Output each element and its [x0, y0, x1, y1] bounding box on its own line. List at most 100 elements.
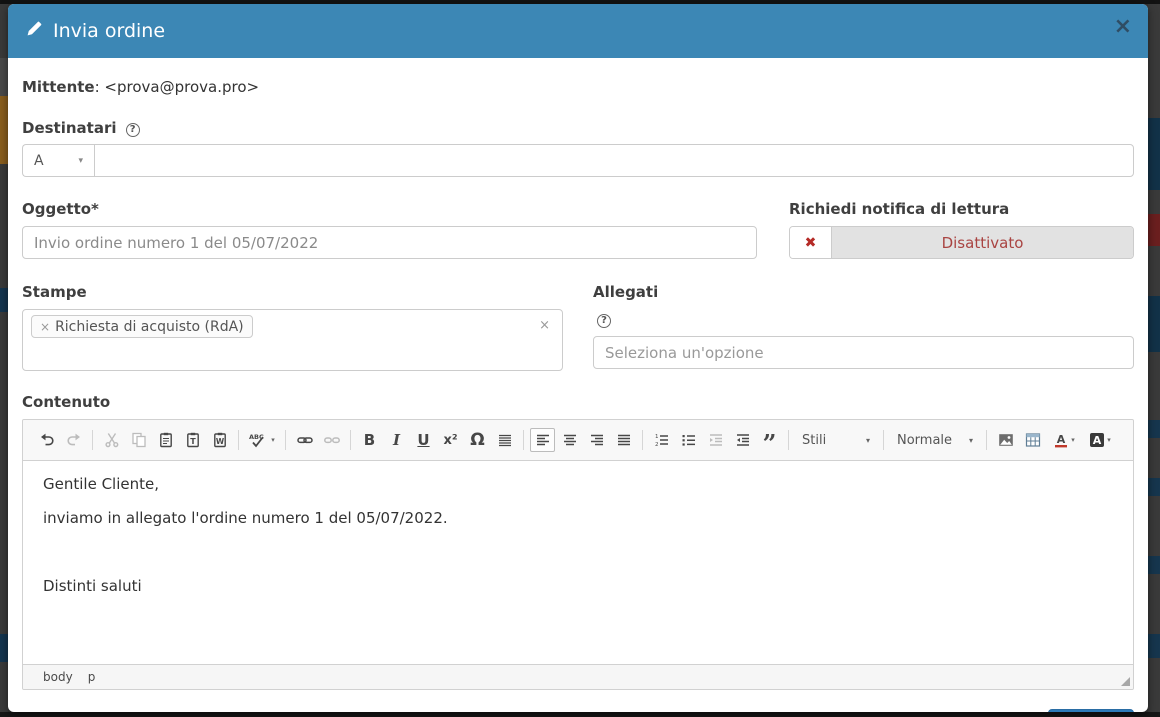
chevron-down-icon: ▾: [866, 436, 870, 445]
rich-text-editor: T W ABC ▾ B I U: [22, 419, 1134, 690]
editor-paragraph: Distinti saluti: [43, 577, 1113, 596]
dimmed-fragment: [1148, 214, 1160, 246]
copy-icon[interactable]: [126, 428, 151, 452]
dimmed-fragment: [0, 96, 8, 164]
paste-from-word-icon[interactable]: W: [207, 428, 232, 452]
link-icon[interactable]: [292, 428, 317, 452]
prints-multiselect[interactable]: × Richiesta di acquisto (RdA) ×: [22, 309, 563, 371]
ordered-list-icon[interactable]: 12: [649, 428, 674, 452]
dimmed-fragment: [1148, 556, 1160, 574]
chevron-down-icon: ▾: [1107, 436, 1111, 444]
help-icon[interactable]: ?: [597, 314, 611, 328]
element-path-p[interactable]: p: [88, 670, 96, 684]
align-center-icon[interactable]: [557, 428, 582, 452]
read-receipt-toggle[interactable]: ✖ Disattivato: [789, 226, 1134, 259]
bulleted-list-icon[interactable]: [676, 428, 701, 452]
insert-image-icon[interactable]: [993, 428, 1018, 452]
outdent-icon[interactable]: [703, 428, 728, 452]
dimmed-fragment: [1148, 118, 1160, 190]
attachments-label: Allegati: [593, 283, 1134, 301]
italic-icon[interactable]: I: [384, 428, 409, 452]
sender-value: : <prova@prova.pro>: [95, 78, 259, 96]
align-left-icon[interactable]: [530, 428, 555, 452]
prints-label: Stampe: [22, 283, 563, 301]
toolbar-separator: [523, 430, 524, 450]
modal-body: Mittente: <prova@prova.pro> Destinatari …: [8, 58, 1148, 690]
toolbar-separator: [642, 430, 643, 450]
text-color-icon[interactable]: A ▾: [1047, 428, 1081, 452]
spell-check-icon[interactable]: ABC ▾: [245, 428, 279, 452]
resize-handle-icon[interactable]: [1121, 677, 1130, 686]
underline-icon[interactable]: U: [411, 428, 436, 452]
prints-attachments-row: Stampe × Richiesta di acquisto (RdA) × A…: [22, 283, 1134, 371]
paste-icon[interactable]: [153, 428, 178, 452]
paste-plain-text-icon[interactable]: T: [180, 428, 205, 452]
superscript-icon[interactable]: x²: [438, 428, 463, 452]
cut-icon[interactable]: [99, 428, 124, 452]
align-justify-icon[interactable]: [611, 428, 636, 452]
help-icon[interactable]: ?: [126, 123, 140, 137]
toolbar-separator: [285, 430, 286, 450]
recipient-type-value: A: [34, 153, 44, 169]
insert-table-icon[interactable]: [1020, 428, 1045, 452]
chevron-down-icon: ▾: [1071, 436, 1075, 444]
modal-header: Invia ordine ×: [8, 4, 1148, 58]
dimmed-fragment: [1148, 296, 1160, 352]
svg-text:1: 1: [655, 434, 659, 440]
recipients-label: Destinatari: [22, 119, 117, 137]
align-right-icon[interactable]: [584, 428, 609, 452]
editor-paragraph: Gentile Cliente,: [43, 475, 1113, 494]
dimmed-right-edge: [1148, 4, 1160, 717]
horizontal-rule-icon[interactable]: [492, 428, 517, 452]
format-dropdown[interactable]: Normale ▾: [889, 428, 981, 452]
subject-input[interactable]: [22, 226, 757, 259]
element-path-body[interactable]: body: [43, 670, 73, 684]
chevron-down-icon: ▾: [78, 156, 83, 166]
svg-text:T: T: [190, 437, 196, 446]
bold-icon[interactable]: B: [357, 428, 382, 452]
unlink-icon[interactable]: [319, 428, 344, 452]
toolbar-separator: [92, 430, 93, 450]
toolbar-separator: [350, 430, 351, 450]
subject-notification-row: Oggetto* Richiedi notifica di lettura ✖ …: [22, 200, 1134, 259]
dimmed-fragment: [1148, 420, 1160, 438]
modal-footer: Invia: [8, 690, 1148, 712]
styles-dropdown-label: Stili: [802, 433, 826, 448]
svg-text:A: A: [1057, 433, 1066, 446]
undo-icon[interactable]: [34, 428, 59, 452]
recipient-type-select[interactable]: A ▾: [22, 144, 94, 177]
dimmed-fragment: [0, 288, 8, 312]
sender-line: Mittente: <prova@prova.pro>: [22, 78, 1134, 96]
recipients-input[interactable]: [94, 144, 1134, 177]
content-label: Contenuto: [22, 393, 1134, 411]
editor-content[interactable]: Gentile Cliente, inviamo in allegato l'o…: [23, 461, 1133, 664]
editor-paragraph: inviamo in allegato l'ordine numero 1 de…: [43, 509, 1113, 528]
chevron-down-icon: ▾: [271, 436, 275, 444]
dimmed-fragment: [0, 634, 8, 662]
tag-remove-icon[interactable]: ×: [40, 320, 50, 334]
special-character-icon[interactable]: Ω: [465, 428, 490, 452]
print-tag-label: Richiesta di acquisto (RdA): [55, 319, 244, 335]
clear-selection-icon[interactable]: ×: [539, 318, 550, 333]
toolbar-separator: [883, 430, 884, 450]
recipients-input-group: A ▾: [22, 144, 1134, 177]
attachments-select[interactable]: [593, 336, 1134, 369]
dimmed-fragment: [1148, 478, 1160, 496]
toggle-state-label: Disattivato: [832, 227, 1133, 258]
svg-text:2: 2: [655, 442, 659, 448]
toolbar-separator: [986, 430, 987, 450]
dimmed-fragment: [1148, 634, 1160, 658]
send-order-modal: Invia ordine × Mittente: <prova@prova.pr…: [8, 4, 1148, 712]
recipients-label-row: Destinatari ?: [22, 118, 1134, 137]
send-button[interactable]: Invia: [1048, 709, 1134, 712]
chevron-down-icon: ▾: [969, 436, 973, 445]
styles-dropdown[interactable]: Stili ▾: [794, 428, 878, 452]
close-icon[interactable]: ×: [1114, 16, 1132, 38]
background-color-icon[interactable]: A ▾: [1083, 428, 1117, 452]
redo-icon[interactable]: [61, 428, 86, 452]
sender-label: Mittente: [22, 78, 95, 96]
blockquote-icon[interactable]: ”: [757, 428, 782, 452]
svg-text:A: A: [1093, 434, 1102, 447]
modal-title-text: Invia ordine: [53, 20, 165, 42]
indent-icon[interactable]: [730, 428, 755, 452]
